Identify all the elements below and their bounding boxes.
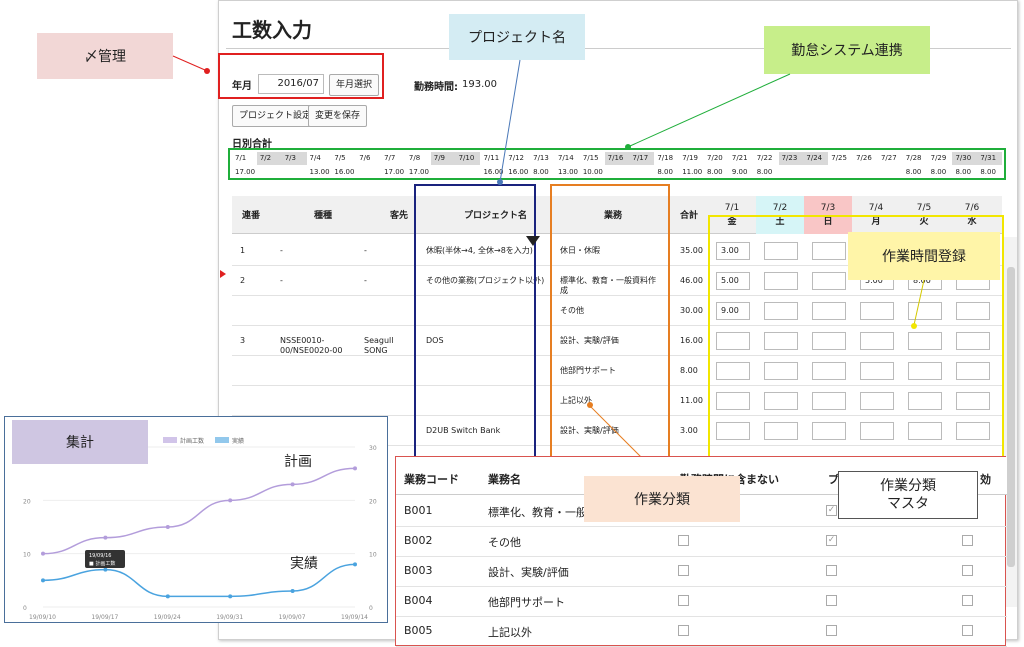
- master-code: B005: [404, 624, 433, 637]
- master-name: その他: [488, 536, 521, 549]
- x-tick-label: 19/09/17: [91, 614, 118, 621]
- callout-shukei: 集計: [12, 420, 148, 464]
- data-point: [41, 551, 45, 556]
- master-col-name: 業務名: [488, 473, 521, 486]
- data-point: [290, 589, 295, 593]
- master-code: B002: [404, 534, 433, 547]
- master-checkbox[interactable]: [678, 565, 689, 576]
- master-checkbox[interactable]: [962, 625, 973, 636]
- master-name: 他部門サポート: [488, 596, 565, 609]
- master-code: B003: [404, 564, 433, 577]
- x-tick-label: 19/09/07: [279, 614, 306, 621]
- y-tick-label: 10: [23, 552, 31, 559]
- master-checkbox[interactable]: [962, 595, 973, 606]
- x-tick-label: 19/09/14: [341, 614, 368, 621]
- callout-sagyou-bunrui: 作業分類: [584, 476, 740, 522]
- data-point: [353, 466, 357, 471]
- master-checkbox[interactable]: ✓: [826, 505, 837, 516]
- master-checkbox[interactable]: [826, 595, 837, 606]
- master-col-code: 業務コード: [404, 473, 459, 486]
- y2-tick-label: 0: [369, 605, 373, 612]
- data-point: [353, 562, 357, 567]
- master-checkbox[interactable]: [678, 535, 689, 546]
- master-row: B004 他部門サポート: [396, 585, 1007, 617]
- legend-swatch: [163, 437, 177, 443]
- master-checkbox[interactable]: [826, 625, 837, 636]
- y2-tick-label: 10: [369, 552, 377, 559]
- master-checkbox[interactable]: [962, 535, 973, 546]
- master-row: B002 その他 ✓: [396, 525, 1007, 557]
- data-point: [228, 498, 233, 503]
- master-checkbox[interactable]: [962, 565, 973, 576]
- y-tick-label: 0: [23, 605, 27, 612]
- master-col-e: 効: [980, 473, 991, 486]
- data-point: [290, 482, 295, 487]
- data-point: [41, 578, 45, 583]
- data-point: [103, 567, 108, 572]
- master-checkbox[interactable]: [826, 565, 837, 576]
- legend-swatch: [215, 437, 229, 443]
- master-name: 上記以外: [488, 626, 532, 639]
- y-tick-label: 20: [23, 498, 31, 505]
- y2-tick-label: 30: [369, 445, 377, 452]
- y2-tick-label: 20: [369, 498, 377, 505]
- chart-label-plan: 計画: [284, 454, 312, 470]
- data-point: [165, 594, 170, 599]
- series-line: [42, 467, 356, 555]
- callout-master: 作業分類 マスタ: [838, 471, 978, 519]
- master-name: 設計、実験/評価: [488, 566, 569, 579]
- tooltip-date: 19/09/16: [89, 553, 111, 559]
- master-code: B004: [404, 594, 433, 607]
- legend-label: 計画工数: [180, 437, 204, 445]
- data-point: [165, 525, 170, 529]
- tooltip-label: ■ 計画工数: [89, 560, 115, 567]
- data-point: [103, 535, 108, 540]
- master-checkbox[interactable]: ✓: [826, 535, 837, 546]
- legend-label: 実績: [232, 437, 244, 445]
- master-checkbox[interactable]: [678, 625, 689, 636]
- master-checkbox[interactable]: [678, 595, 689, 606]
- x-tick-label: 19/09/31: [216, 614, 243, 621]
- chart-label-actual: 実績: [290, 556, 318, 572]
- x-tick-label: 19/09/10: [29, 614, 56, 621]
- master-code: B001: [404, 504, 433, 517]
- x-tick-label: 19/09/24: [154, 614, 181, 621]
- master-row: B003 設計、実験/評価: [396, 555, 1007, 587]
- master-row: B005 上記以外: [396, 615, 1007, 647]
- data-point: [228, 594, 233, 599]
